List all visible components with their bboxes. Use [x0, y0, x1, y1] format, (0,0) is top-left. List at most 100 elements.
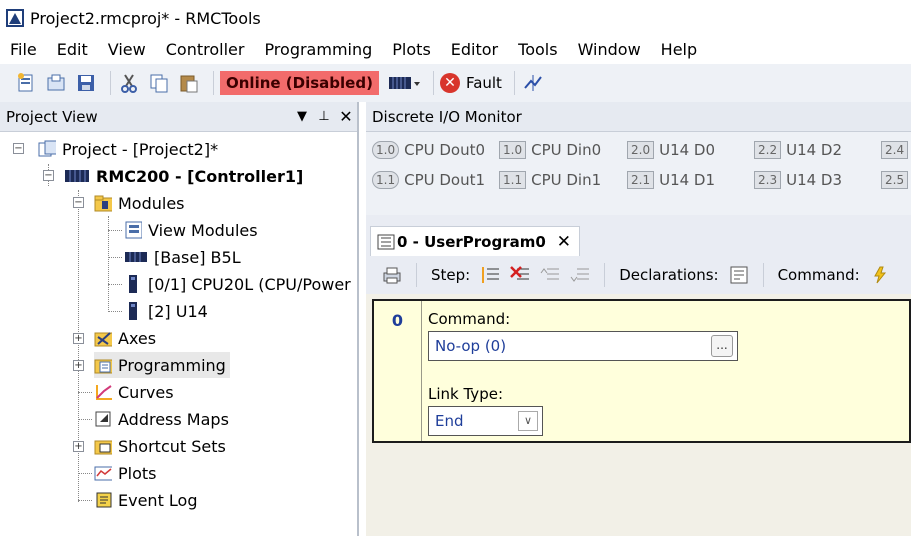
- tree-item-programming[interactable]: Programming: [94, 352, 230, 378]
- project-view-header: Project View ▼ ⊥ ✕: [0, 102, 357, 132]
- tree-item-project[interactable]: Project - [Project2]*: [38, 136, 218, 162]
- menu-plots[interactable]: Plots: [382, 36, 441, 64]
- tree-item-u14[interactable]: [2] U14: [124, 298, 208, 324]
- tree-item-plots[interactable]: Plots: [94, 460, 157, 486]
- collapse-toggle[interactable]: −: [13, 143, 24, 154]
- declarations-label: Declarations:: [619, 266, 719, 284]
- io-indicator[interactable]: 2.3 U14 D3: [754, 171, 842, 189]
- close-icon[interactable]: ✕: [335, 107, 357, 126]
- expand-toggle[interactable]: +: [73, 441, 84, 452]
- menu-controller[interactable]: Controller: [156, 36, 255, 64]
- tree-label: [0/1] CPU20L (CPU/Power: [148, 274, 351, 294]
- menu-view[interactable]: View: [98, 36, 156, 64]
- move-step-up-icon[interactable]: [538, 263, 562, 287]
- toolbar-separator: [213, 71, 214, 95]
- io-indicator[interactable]: 1.1 CPU Dout1: [372, 171, 485, 189]
- toolbar-separator: [762, 263, 764, 287]
- save-icon[interactable]: [74, 71, 98, 95]
- tree-item-address-maps[interactable]: Address Maps: [94, 406, 229, 432]
- link-type-label: Link Type:: [428, 385, 503, 403]
- io-module-icon: [124, 302, 142, 320]
- collapse-toggle[interactable]: −: [43, 170, 54, 181]
- close-tab-icon[interactable]: ✕: [557, 232, 571, 252]
- tree-item-cpu[interactable]: [0/1] CPU20L (CPU/Power: [124, 271, 351, 297]
- delete-step-icon[interactable]: [508, 263, 532, 287]
- io-indicator[interactable]: 2.2 U14 D2: [754, 141, 842, 159]
- tune-icon[interactable]: [521, 71, 545, 95]
- tree-connector: [78, 419, 92, 420]
- base-module-icon: [124, 248, 148, 266]
- title-bar: Project2.rmcproj* - RMCTools: [0, 0, 911, 36]
- io-chip: 2.1: [627, 171, 655, 189]
- menu-edit[interactable]: Edit: [47, 36, 98, 64]
- toolbar-separator: [110, 71, 111, 95]
- online-status-badge[interactable]: Online (Disabled): [220, 71, 379, 95]
- tree-item-modules[interactable]: Modules: [94, 190, 185, 216]
- tree-item-base[interactable]: [Base] B5L: [124, 244, 241, 270]
- copy-icon[interactable]: [147, 71, 171, 95]
- collapse-toggle[interactable]: −: [73, 197, 84, 208]
- io-label: CPU Dout0: [404, 141, 486, 159]
- menu-editor[interactable]: Editor: [441, 36, 508, 64]
- project-view-title: Project View: [6, 107, 98, 126]
- tree-connector: [108, 311, 122, 312]
- axes-icon: [94, 329, 112, 347]
- io-label: CPU Din1: [531, 171, 602, 189]
- declarations-icon[interactable]: [727, 263, 751, 287]
- move-step-down-icon[interactable]: [568, 263, 592, 287]
- dropdown-arrow-icon[interactable]: ▼: [291, 109, 313, 124]
- insert-step-icon[interactable]: [478, 263, 502, 287]
- io-indicator[interactable]: 1.0 CPU Dout0: [372, 141, 485, 159]
- io-indicator[interactable]: 1.0 CPU Din0: [499, 141, 601, 159]
- tree-item-shortcut-sets[interactable]: Shortcut Sets: [94, 433, 226, 459]
- io-indicator[interactable]: 2.0 U14 D0: [627, 141, 715, 159]
- browse-command-button[interactable]: ...: [711, 335, 733, 357]
- chevron-down-icon[interactable]: ∨: [518, 411, 538, 431]
- io-chip: 2.5: [881, 171, 909, 189]
- tree-item-curves[interactable]: Curves: [94, 379, 174, 405]
- toolbar-separator: [513, 71, 515, 95]
- io-indicator[interactable]: 1.1 CPU Din1: [499, 171, 601, 189]
- io-indicator[interactable]: 2.1 U14 D1: [627, 171, 715, 189]
- print-icon[interactable]: [380, 263, 404, 287]
- tree-label: Programming: [118, 355, 226, 375]
- io-indicator[interactable]: 2.4: [881, 141, 911, 159]
- paste-icon[interactable]: [177, 71, 201, 95]
- menu-file[interactable]: File: [0, 36, 47, 64]
- menu-tools[interactable]: Tools: [508, 36, 567, 64]
- window-title: Project2.rmcproj* - RMCTools: [30, 8, 261, 28]
- address-maps-icon: [94, 410, 112, 428]
- tree-item-event-log[interactable]: Event Log: [94, 487, 198, 513]
- command-field[interactable]: No-op (0) ...: [428, 331, 738, 361]
- menu-help[interactable]: Help: [651, 36, 707, 64]
- new-project-icon[interactable]: [14, 71, 38, 95]
- link-type-select[interactable]: End ∨: [428, 406, 543, 436]
- tree-item-view-modules[interactable]: View Modules: [124, 217, 258, 243]
- menu-programming[interactable]: Programming: [254, 36, 382, 64]
- io-indicator[interactable]: 2.5: [881, 171, 911, 189]
- tree-label: RMC200 - [Controller1]: [96, 166, 304, 186]
- menu-window[interactable]: Window: [568, 36, 651, 64]
- toolbar-separator: [416, 263, 417, 287]
- tree-item-controller[interactable]: RMC200 - [Controller1]: [64, 163, 303, 189]
- command-wizard-icon[interactable]: [868, 263, 892, 287]
- editor-toolbar: Step: Declarations: Command:: [366, 256, 911, 294]
- controller-icon[interactable]: [387, 71, 421, 95]
- menu-bar: File Edit View Controller Programming Pl…: [0, 36, 911, 64]
- expand-toggle[interactable]: +: [73, 360, 84, 371]
- expand-toggle[interactable]: +: [73, 333, 84, 344]
- open-project-icon[interactable]: [44, 71, 68, 95]
- fault-button[interactable]: ✕ Fault: [439, 73, 502, 93]
- tab-userprogram[interactable]: 0 - UserProgram0 ✕: [370, 226, 580, 256]
- tree-item-axes[interactable]: Axes: [94, 325, 156, 351]
- main-toolbar: Online (Disabled) ✕ Fault: [0, 64, 911, 102]
- io-chip: 1.0: [499, 141, 527, 159]
- shortcut-sets-icon: [94, 437, 112, 455]
- io-label: U14 D3: [786, 171, 843, 189]
- tree-connector: [108, 284, 122, 285]
- toolbar-separator: [604, 263, 606, 287]
- pin-icon[interactable]: ⊥: [313, 109, 335, 124]
- io-label: CPU Dout1: [404, 171, 486, 189]
- step-label: Step:: [431, 266, 471, 284]
- cut-icon[interactable]: [117, 71, 141, 95]
